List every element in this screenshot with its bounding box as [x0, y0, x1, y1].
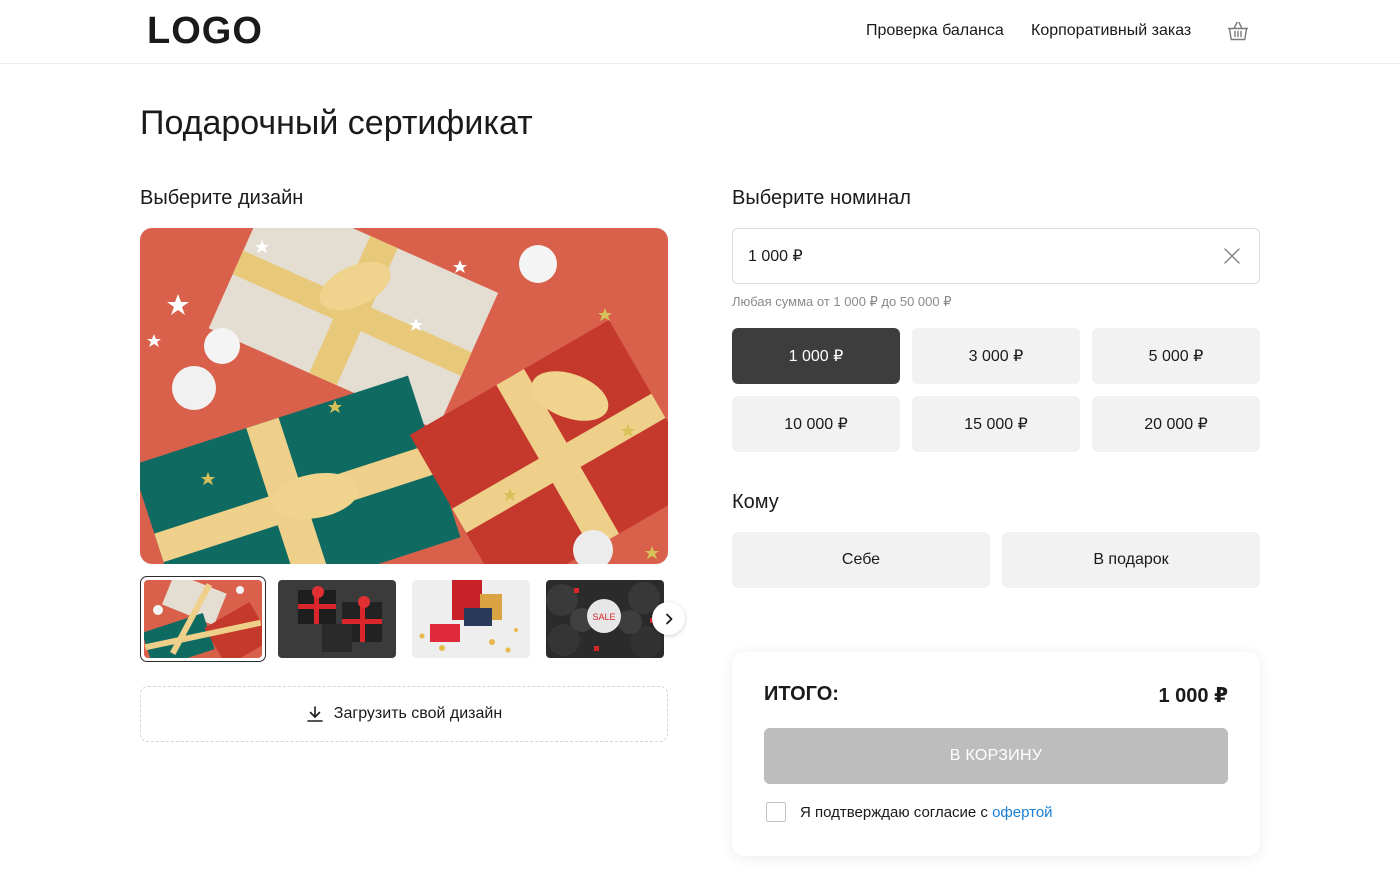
denomination-option[interactable]: 20 000 ₽	[1092, 396, 1260, 452]
upload-design-button[interactable]: Загрузить свой дизайн	[140, 686, 668, 742]
denomination-option[interactable]: 1 000 ₽	[732, 328, 900, 384]
design-preview-image	[140, 228, 668, 564]
amount-field	[732, 228, 1260, 284]
thumbnail-gift-boxes-red[interactable]	[140, 576, 266, 662]
agree-text-prefix: Я подтверждаю согласие с	[800, 804, 993, 821]
agree-text: Я подтверждаю согласие с офертой	[800, 804, 1053, 821]
thumbnail-sale-text: SALE	[592, 612, 615, 622]
thumbnail-sale-balloons[interactable]: SALE	[546, 580, 664, 658]
recipient-self-button[interactable]: Себе	[732, 532, 990, 588]
basket-icon[interactable]	[1226, 19, 1250, 43]
amount-input[interactable]	[748, 229, 1208, 283]
denomination-option[interactable]: 3 000 ₽	[912, 328, 1080, 384]
nav-corporate-order[interactable]: Корпоративный заказ	[1031, 22, 1191, 40]
agree-checkbox[interactable]	[766, 802, 786, 822]
total-value: 1 000 ₽	[1158, 685, 1228, 707]
total-label: ИТОГО:	[764, 683, 839, 705]
amount-hint: Любая сумма от 1 000 ₽ до 50 000 ₽	[732, 294, 952, 309]
add-to-cart-button[interactable]: В КОРЗИНУ	[764, 728, 1228, 784]
header: LOGO Проверка баланса Корпоративный зака…	[0, 0, 1400, 64]
order-summary-card: ИТОГО: 1 000 ₽ В КОРЗИНУ Я подтверждаю с…	[732, 652, 1260, 856]
download-icon	[306, 706, 323, 722]
recipient-gift-button[interactable]: В подарок	[1002, 532, 1260, 588]
thumbnail-person-unwrapping[interactable]	[412, 580, 530, 658]
denomination-option[interactable]: 10 000 ₽	[732, 396, 900, 452]
page-title: Подарочный сертификат	[140, 104, 533, 142]
chevron-right-icon	[665, 613, 672, 624]
design-thumbnails: SALE	[140, 576, 700, 662]
denomination-option[interactable]: 5 000 ₽	[1092, 328, 1260, 384]
upload-design-label: Загрузить свой дизайн	[333, 705, 503, 722]
nav-check-balance[interactable]: Проверка баланса	[866, 22, 1004, 40]
logo[interactable]: LOGO	[147, 10, 263, 53]
design-section-title: Выберите дизайн	[140, 187, 304, 209]
denomination-option[interactable]: 15 000 ₽	[912, 396, 1080, 452]
close-icon[interactable]	[1223, 247, 1241, 265]
thumbnails-next-button[interactable]	[652, 602, 685, 635]
nominal-section-title: Выберите номинал	[732, 187, 911, 209]
offer-link[interactable]: офертой	[992, 804, 1052, 821]
recipient-section-title: Кому	[732, 491, 779, 513]
thumbnail-black-boxes[interactable]	[278, 580, 396, 658]
